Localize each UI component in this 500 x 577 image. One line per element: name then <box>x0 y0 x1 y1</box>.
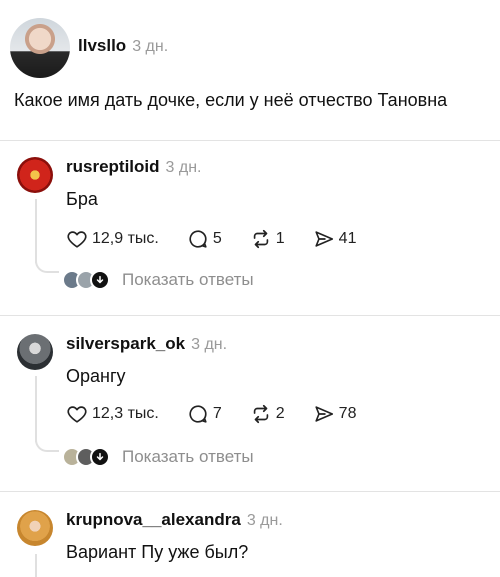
comment-bubble-icon <box>189 230 207 248</box>
comment-username-text[interactable]: rusreptiloid <box>66 157 160 176</box>
thread-curve <box>35 259 59 273</box>
comment-username[interactable]: rusreptiloid 3 дн. <box>66 157 201 177</box>
comment: silverspark_ok 3 дн. Орангу 12,3 тыс. 7 2… <box>0 316 500 491</box>
arrow-down-icon <box>90 270 110 290</box>
repost-count: 1 <box>275 230 285 247</box>
comment-username-text[interactable]: krupnova__alexandra <box>66 510 241 529</box>
thread-line <box>35 376 37 442</box>
heart-icon <box>67 406 87 423</box>
comment-timestamp: 3 дн. <box>246 512 283 529</box>
share-button[interactable]: 41 <box>313 228 357 250</box>
post-author-username[interactable]: llvsllo 3 дн. <box>78 36 168 56</box>
comment-avatar[interactable] <box>17 334 53 370</box>
repost-icon <box>253 229 269 249</box>
comment: rusreptiloid 3 дн. Бра 12,9 тыс. 5 1 41 П… <box>0 141 500 315</box>
thread-curve <box>35 438 59 452</box>
thread-line <box>35 554 37 577</box>
reply-button[interactable]: 7 <box>187 403 222 425</box>
comment-actions: 12,3 тыс. 7 2 78 <box>66 402 384 426</box>
comment-username[interactable]: krupnova__alexandra 3 дн. <box>66 510 283 530</box>
reply-count: 5 <box>212 230 222 247</box>
show-replies-link[interactable]: Показать ответы <box>62 446 254 468</box>
like-count: 12,9 тыс. <box>92 230 159 247</box>
original-post: llvsllo 3 дн. Какое имя дать дочке, если … <box>0 0 500 140</box>
comment-timestamp: 3 дн. <box>191 336 228 353</box>
repost-button[interactable]: 2 <box>250 403 285 425</box>
comment-text: Бра <box>66 189 98 209</box>
comment-timestamp: 3 дн. <box>165 159 202 176</box>
thread-line <box>35 199 37 263</box>
show-replies-label[interactable]: Показать ответы <box>122 270 254 290</box>
post-username-text[interactable]: llvsllo <box>78 36 126 55</box>
comment-username-text[interactable]: silverspark_ok <box>66 334 185 353</box>
comment-actions: 12,9 тыс. 5 1 41 <box>66 227 384 251</box>
share-count: 78 <box>338 405 357 422</box>
comment-username[interactable]: silverspark_ok 3 дн. <box>66 334 227 354</box>
like-count: 12,3 тыс. <box>92 405 159 422</box>
comment: krupnova__alexandra 3 дн. Вариант Пу уже … <box>0 492 500 577</box>
post-author-avatar[interactable] <box>10 18 70 78</box>
show-replies-label[interactable]: Показать ответы <box>122 447 254 467</box>
send-icon <box>315 231 333 247</box>
arrow-down-icon <box>90 447 110 467</box>
reply-button[interactable]: 5 <box>187 228 222 250</box>
repost-button[interactable]: 1 <box>250 228 285 250</box>
share-count: 41 <box>338 230 357 247</box>
heart-icon <box>67 231 87 248</box>
comment-text: Орангу <box>66 366 126 386</box>
reply-count: 7 <box>212 405 222 422</box>
comment-text: Вариант Пу уже был? <box>66 542 249 562</box>
comment-bubble-icon <box>189 405 207 423</box>
post-text: Какое имя дать дочке, если у неё отчеств… <box>14 90 448 110</box>
comment-avatar[interactable] <box>17 510 53 546</box>
share-button[interactable]: 78 <box>313 403 357 425</box>
comment-avatar[interactable] <box>17 157 53 193</box>
repost-icon <box>253 404 269 424</box>
post-timestamp: 3 дн. <box>132 38 169 55</box>
show-replies-link[interactable]: Показать ответы <box>62 269 254 291</box>
like-button[interactable]: 12,3 тыс. <box>66 403 159 425</box>
repost-count: 2 <box>275 405 285 422</box>
like-button[interactable]: 12,9 тыс. <box>66 228 159 250</box>
send-icon <box>315 406 333 422</box>
